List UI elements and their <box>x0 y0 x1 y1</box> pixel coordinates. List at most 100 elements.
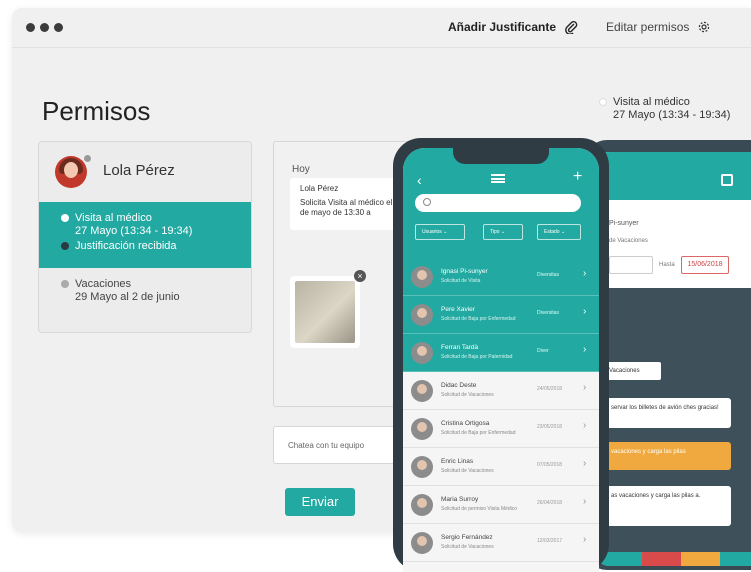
phone-detail: Pi-sunyer de Vacaciones Hasta 15/06/2018… <box>585 140 751 570</box>
list-item[interactable]: Pere Xavier Solicitud de Baja por Enferme… <box>403 296 599 334</box>
active-bullet <box>61 214 69 222</box>
event-tag: Visita al médico 27 Mayo (13:34 - 19:34) <box>599 96 730 122</box>
list-item-date: 07/05/2018 <box>537 462 563 468</box>
avatar <box>411 304 433 326</box>
list-item-date: 12/03/2017 <box>537 538 563 544</box>
user-name: Lola Pérez <box>103 162 175 179</box>
list-item-name: Ignasi Pi-sunyer <box>441 268 488 275</box>
menu-icon[interactable] <box>491 174 505 183</box>
user-card: Lola Pérez Visita al médico 27 Mayo (13:… <box>38 141 252 333</box>
add-justification-button[interactable]: Añadir Justificante <box>448 20 578 34</box>
list-item-name: Pere Xavier <box>441 306 475 313</box>
chevron-right-icon: › <box>583 306 587 317</box>
remove-attachment-icon[interactable]: × <box>354 270 366 282</box>
list-item[interactable]: Cristina Ortigosa Solicitud de Baja por E… <box>403 410 599 448</box>
window-controls[interactable] <box>26 23 63 32</box>
list-item-name: Sergio Fernández <box>441 534 493 541</box>
list-item-subtitle: Solicitud de Visita <box>441 278 481 284</box>
list-item-subtitle: Solicitud de Baja por Paternidad <box>441 354 513 360</box>
permission-item-active[interactable]: Visita al médico 27 Mayo (13:34 - 19:34)… <box>39 202 251 268</box>
gear-icon <box>699 21 710 33</box>
vacation-title: Vacaciones <box>75 278 132 290</box>
detail-msg-2: vacaciones y carga las pilas <box>603 442 731 470</box>
avatar <box>411 380 433 402</box>
add-justification-label: Añadir Justificante <box>448 20 557 34</box>
back-icon[interactable]: ‹ <box>417 172 422 188</box>
list-item-name: Ferran Tardà <box>441 344 479 351</box>
active-status: Justificación recibida <box>75 240 177 252</box>
chevron-right-icon: › <box>583 268 587 279</box>
maximize-dot[interactable] <box>54 23 63 32</box>
list-item[interactable]: Sergio Fernández Solicitud de Vacaciones 1… <box>403 524 599 562</box>
add-icon[interactable]: + <box>573 168 582 186</box>
filter-status-label: Estado <box>544 229 560 235</box>
chevron-right-icon: › <box>583 496 587 507</box>
list-item[interactable]: Maria Surroy Solicitud de permiso Visita … <box>403 486 599 524</box>
detail-pill: Vacaciones <box>603 362 661 380</box>
chat-panel: Hoy Lola Pérez Solicita Visita al médico… <box>273 141 414 407</box>
filter-users-label: Usuarios <box>422 229 442 235</box>
vacation-bullet <box>61 280 69 288</box>
list-item-name: Cristina Ortigosa <box>441 420 490 427</box>
list-item-name: Didac Deste <box>441 382 477 389</box>
list-item-name: Enric Linas <box>441 458 474 465</box>
chevron-right-icon: › <box>583 534 587 545</box>
page-title: Permisos <box>42 96 151 126</box>
permission-item-vacation[interactable]: Vacaciones 29 Mayo al 2 de junio <box>39 268 251 304</box>
detail-date-field[interactable]: 15/06/2018 <box>681 256 729 274</box>
color-stripe <box>595 552 751 566</box>
filter-type-label: Tipo <box>490 229 500 235</box>
phone-search-input[interactable] <box>415 194 581 212</box>
detail-name: Pi-sunyer <box>609 220 639 227</box>
vacation-date: 29 Mayo al 2 de junio <box>75 291 180 303</box>
avatar <box>411 532 433 554</box>
list-item[interactable]: Enric Linas Solicitud de Vacaciones 07/05/… <box>403 448 599 486</box>
list-item-date: 26/04/2018 <box>537 500 563 506</box>
phone-detail-header <box>595 152 751 200</box>
list-item-date: Diversitas <box>537 272 559 278</box>
list-item[interactable]: Didac Deste Solicitud de Vacaciones 24/05/… <box>403 372 599 410</box>
active-title: Visita al médico <box>75 212 152 224</box>
minimize-dot[interactable] <box>40 23 49 32</box>
phone-list-header: ‹ + Usuarios ⌄ Tipo ⌄ Estado ⌄ <box>403 148 599 258</box>
filter-type[interactable]: Tipo ⌄ <box>483 224 523 240</box>
list-item-subtitle: Solicitud de Baja por Enfermedad <box>441 430 516 436</box>
list-item-date: 23/05/2018 <box>537 424 563 430</box>
avatar <box>411 456 433 478</box>
event-bullet <box>599 98 607 106</box>
list-item-date: 24/05/2018 <box>537 386 563 392</box>
filter-status[interactable]: Estado ⌄ <box>537 224 581 240</box>
filter-users[interactable]: Usuarios ⌄ <box>415 224 465 240</box>
phone-list-screen: ‹ + Usuarios ⌄ Tipo ⌄ Estado ⌄ Ignasi Pi… <box>403 148 599 572</box>
edit-permissions-label: Editar permisos <box>606 20 690 34</box>
detail-msg-3: as vacaciones y carga las pilas a. <box>603 486 731 526</box>
detail-from-field[interactable] <box>609 256 653 274</box>
list-item-subtitle: Solicitud de Baja por Enfermedad <box>441 316 516 322</box>
paperclip-icon <box>565 21 578 34</box>
chevron-right-icon: › <box>583 458 587 469</box>
chevron-right-icon: › <box>583 420 587 431</box>
search-icon <box>423 198 431 206</box>
request-list: Ignasi Pi-sunyer Solicitud de Visita Diver… <box>403 258 599 562</box>
attachment-thumbnail[interactable] <box>290 276 360 348</box>
presence-indicator <box>83 154 92 163</box>
event-date: 27 Mayo (13:34 - 19:34) <box>613 109 731 121</box>
list-item[interactable]: Ferran Tardà Solicitud de Baja por Patern… <box>403 334 599 372</box>
edit-icon[interactable] <box>721 174 733 186</box>
detail-label: de Vacaciones <box>609 238 648 244</box>
chat-day-label: Hoy <box>292 164 310 175</box>
edit-permissions-button[interactable]: Editar permisos <box>606 20 711 34</box>
bubble-sender: Lola Pérez <box>300 184 339 193</box>
close-dot[interactable] <box>26 23 35 32</box>
user-header[interactable]: Lola Pérez <box>39 142 251 202</box>
detail-msg-1: servar los billetes de avión ches gracia… <box>603 398 731 428</box>
list-item[interactable]: Ignasi Pi-sunyer Solicitud de Visita Diver… <box>403 258 599 296</box>
active-date: 27 Mayo (13:34 - 19:34) <box>75 225 193 237</box>
chat-input[interactable]: Chatea con tu equipo <box>273 426 413 464</box>
event-title: Visita al médico <box>613 96 690 108</box>
list-item-name: Maria Surroy <box>441 496 479 503</box>
detail-hasta-label: Hasta <box>659 262 675 268</box>
avatar <box>411 266 433 288</box>
chevron-right-icon: › <box>583 382 587 393</box>
send-button[interactable]: Enviar <box>285 488 355 516</box>
